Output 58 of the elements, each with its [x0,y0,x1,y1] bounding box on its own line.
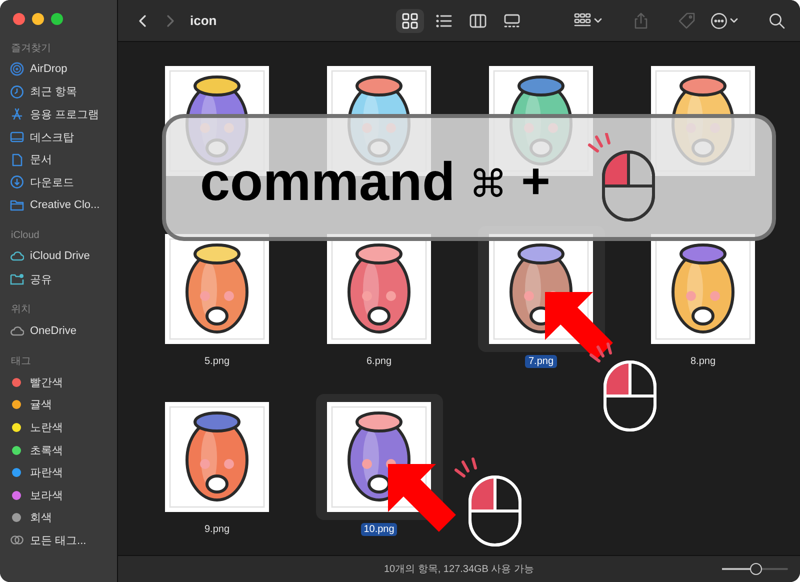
sidebar-item[interactable]: 응용 프로그램 [30,106,100,122]
tags-icon [10,533,24,548]
document-icon [10,152,24,167]
file-name[interactable]: 5.png [201,355,233,368]
icon-view-button[interactable] [396,8,424,32]
status-text: 10개의 항목, 127.34GB 사용 가능 [384,563,534,576]
chevron-left-icon[interactable] [136,14,148,28]
minimize-button[interactable] [32,13,44,25]
section-header: 즐겨찾기 [10,42,52,56]
sidebar-item[interactable]: 최근 항목 [30,84,78,100]
airdrop-icon [10,62,24,76]
sidebar-item[interactable]: 초록색 [30,442,63,458]
sidebar-item[interactable]: AirDrop [30,63,68,76]
cloud-icon [10,249,24,264]
sidebar-item[interactable]: 회색 [30,510,52,526]
section-header: iCloud [10,228,40,243]
folder-icon [10,198,24,212]
icon-view-icon[interactable] [401,12,419,30]
gallery-view-icon[interactable] [503,12,521,30]
clock-icon [10,84,24,99]
file-name[interactable]: 8.png [687,355,719,368]
sidebar-item[interactable]: 문서 [30,152,52,168]
zoom-slider[interactable] [722,563,788,575]
sidebar-item[interactable]: 빨간색 [30,374,63,390]
file-name[interactable]: 9.png [201,523,233,536]
section-header: 위치 [10,303,32,318]
sidebar-item[interactable]: 모든 태그... [30,532,86,548]
sidebar-item[interactable]: 다운로드 [30,174,74,190]
search-icon[interactable] [768,12,786,30]
file-name[interactable]: 6.png [363,355,395,368]
sidebar-item[interactable]: 귤색 [30,397,52,412]
sidebar-item[interactable]: 노란색 [30,420,63,435]
mouse-icon [590,342,656,432]
desktop-icon [10,130,24,144]
sidebar-item[interactable]: 보라색 [30,488,63,503]
shared-folder-icon [10,272,24,286]
section-header: 태그 [10,354,32,369]
command-key-symbol: ⌘ [469,163,508,207]
sidebar-item[interactable]: iCloud Drive [30,250,90,262]
close-button[interactable] [13,13,25,25]
sidebar-item[interactable]: OneDrive [30,324,76,337]
window-title: icon [190,13,217,28]
applications-icon [10,107,24,122]
shortcut-text: command [200,150,456,212]
sidebar-item[interactable]: 공유 [30,272,52,287]
sidebar-item[interactable]: 파란색 [30,465,63,480]
list-view-icon[interactable] [435,12,453,30]
sidebar-item[interactable]: Creative Clo... [30,198,100,211]
mouse-icon [454,458,522,546]
column-view-icon[interactable] [469,12,487,30]
download-icon [10,175,24,190]
file-name[interactable]: 10.png [360,523,398,536]
file-name[interactable]: 7.png [525,355,557,368]
cloud-icon [10,324,24,338]
zoom-button[interactable] [51,13,63,25]
ellipsis-dropdown-icon[interactable] [710,12,740,30]
plus-sign: + [521,152,550,210]
sidebar-item[interactable]: 데스크탑 [30,130,74,145]
